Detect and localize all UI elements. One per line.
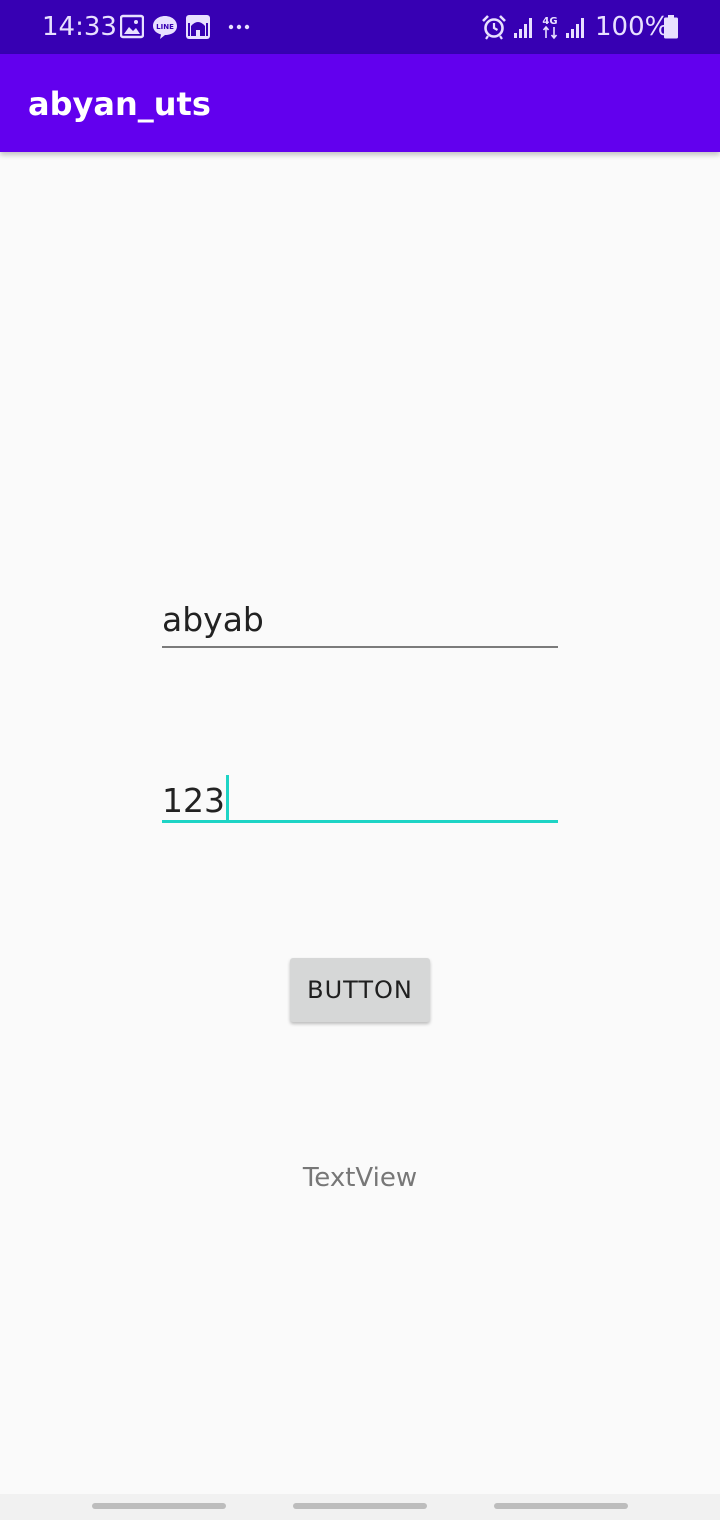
text-cursor xyxy=(226,775,229,821)
signal-icon xyxy=(566,18,584,38)
app-title: abyan_uts xyxy=(28,85,211,123)
navigation-bar xyxy=(0,1494,720,1520)
battery-icon xyxy=(664,15,678,39)
gallery-icon xyxy=(120,14,144,39)
name-input-underline xyxy=(162,646,558,648)
nav-back-handle[interactable] xyxy=(494,1503,628,1509)
signal-icon xyxy=(514,18,532,38)
submit-button[interactable]: BUTTON xyxy=(290,958,430,1022)
nav-home-handle[interactable] xyxy=(293,1503,427,1509)
nav-recents-handle[interactable] xyxy=(92,1503,226,1509)
status-time: 14:33 xyxy=(42,12,117,42)
mosque-app-icon xyxy=(186,15,210,39)
number-input-text: 123 xyxy=(162,775,229,821)
name-input[interactable]: abyab xyxy=(162,596,558,648)
more-notifications-icon xyxy=(228,24,250,30)
line-app-icon: LINE xyxy=(153,16,177,39)
number-input-value: 123 xyxy=(162,781,225,820)
status-bar: 14:33 LINE 4G 100% xyxy=(0,0,720,54)
result-text-view: TextView xyxy=(302,1163,418,1193)
svg-text:LINE: LINE xyxy=(156,23,174,31)
number-input-underline xyxy=(162,820,558,823)
name-input-value: abyab xyxy=(162,600,264,639)
battery-percent: 100% xyxy=(595,12,670,42)
4g-data-icon: 4G xyxy=(542,16,558,40)
number-input[interactable]: 123 xyxy=(162,771,558,823)
app-bar: abyan_uts xyxy=(0,54,720,152)
network-label: 4G xyxy=(542,16,557,27)
alarm-icon xyxy=(482,15,506,40)
